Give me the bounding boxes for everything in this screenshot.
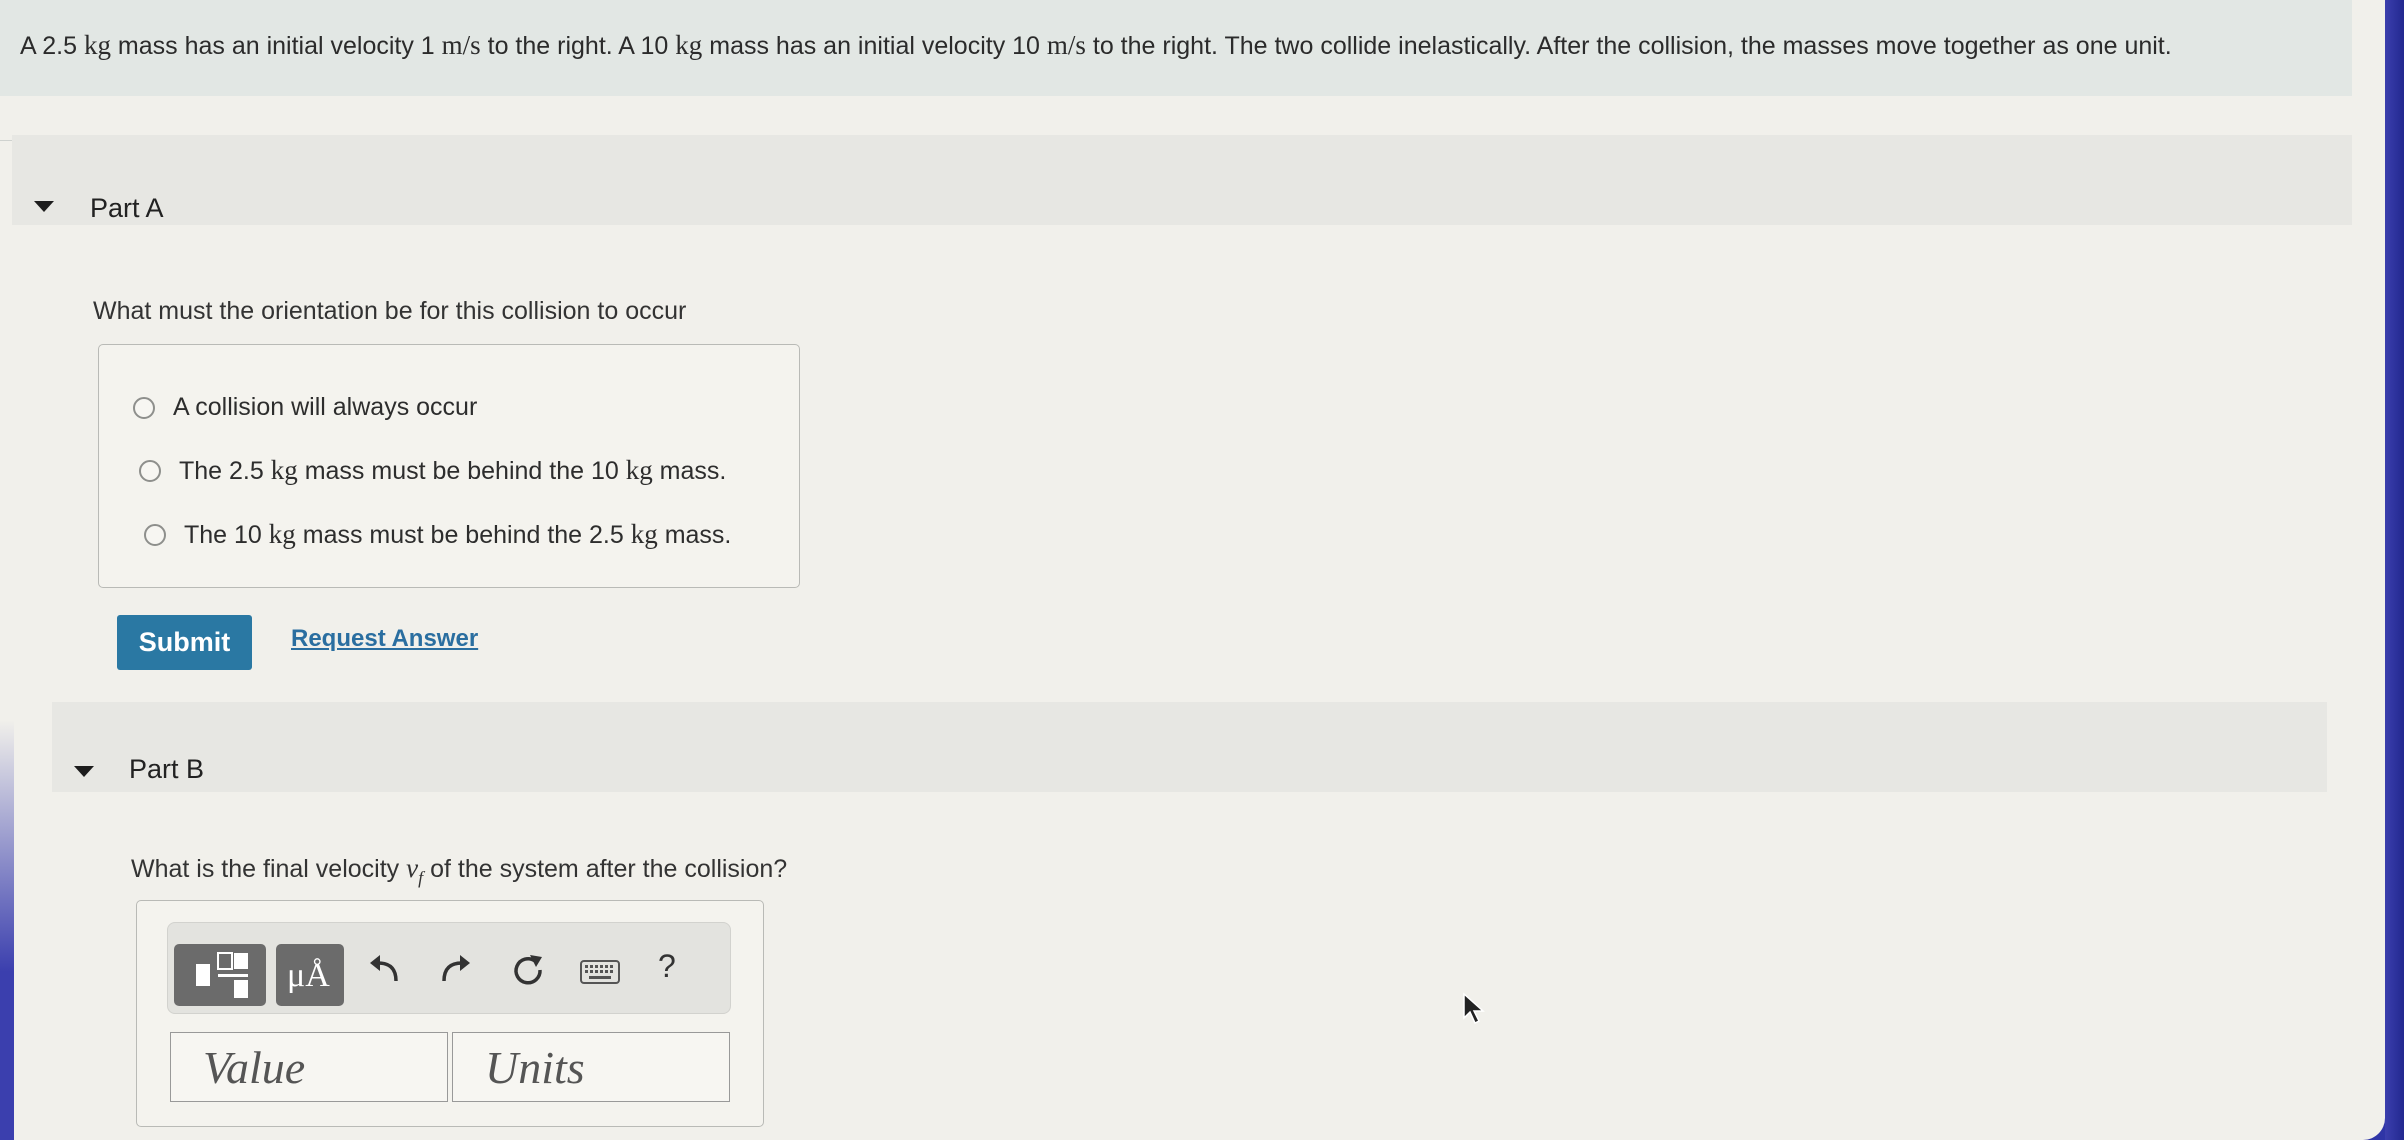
caret-down-icon[interactable] [74,766,94,777]
choice-large-behind-small[interactable]: The 10 kg mass must be behind the 2.5 kg… [144,519,731,550]
templates-button[interactable] [174,944,266,1006]
window-edge [2385,0,2404,1140]
request-answer-link[interactable]: Request Answer [291,625,478,653]
redo-icon[interactable] [438,953,472,987]
part-b-question: What is the final velocity vf of the sys… [131,853,787,888]
part-b-header[interactable]: Part B [52,702,2327,792]
choice-label: A collision will always occur [173,393,478,421]
help-button[interactable]: ? [658,948,676,985]
units-label: μÅ [287,957,330,994]
problem-statement-bar: A 2.5 kg mass has an initial velocity 1 … [0,0,2352,96]
choice-text: The 2.5 [179,457,264,485]
fraction-template-icon [196,952,248,998]
part-a-header[interactable]: Part A [12,135,2352,225]
radio-button[interactable] [133,396,155,419]
submit-button[interactable]: Submit [117,615,252,670]
unit-ms: m/s [441,30,481,60]
keyboard-icon[interactable] [580,960,620,984]
variable-v: vf [406,853,424,888]
units-button[interactable]: μÅ [276,944,344,1006]
unit-kg: kg [675,30,703,60]
unit-kg: kg [630,519,658,549]
radio-button[interactable] [144,523,166,546]
problem-text-2: mass has an initial velocity 1 [117,32,435,60]
problem-text-1: A 2.5 [20,32,77,60]
unit-kg: kg [625,455,653,485]
problem-text-4: mass has an initial velocity 10 [709,32,1040,60]
value-input[interactable] [170,1032,448,1102]
unit-ms: m/s [1046,30,1086,60]
unit-kg: kg [268,519,296,549]
part-a-title: Part A [90,193,164,223]
mouse-cursor-icon [1463,992,1485,1025]
question-text: of the system after the collision? [430,855,788,883]
choice-text: mass must be behind the 10 [304,457,619,485]
units-input[interactable] [452,1032,730,1102]
undo-icon[interactable] [368,953,402,987]
unit-kg: kg [83,30,111,60]
choice-text: mass. [664,521,732,549]
unit-kg: kg [270,455,298,485]
radio-button[interactable] [139,459,161,482]
choice-small-behind-large[interactable]: The 2.5 kg mass must be behind the 10 kg… [139,455,726,486]
choice-label: The 10 kg mass must be behind the 2.5 kg… [184,519,731,550]
choice-text: mass. [659,457,727,485]
reset-icon[interactable] [510,952,546,988]
choice-label: The 2.5 kg mass must be behind the 10 kg… [179,455,726,486]
choice-text: mass must be behind the 2.5 [302,521,624,549]
question-text: What is the final velocity [131,855,400,883]
part-a-question: What must the orientation be for this co… [93,297,687,325]
part-b-title: Part B [129,754,205,784]
problem-text-3: to the right. A 10 [487,32,669,60]
choice-always-occur[interactable]: A collision will always occur [133,393,477,422]
window-edge-left [0,720,14,1140]
problem-statement: A 2.5 kg mass has an initial velocity 1 … [20,30,2172,61]
caret-down-icon[interactable] [34,201,54,212]
choice-text: The 10 [184,521,262,549]
problem-text-5: to the right. The two collide inelastica… [1092,32,2172,60]
